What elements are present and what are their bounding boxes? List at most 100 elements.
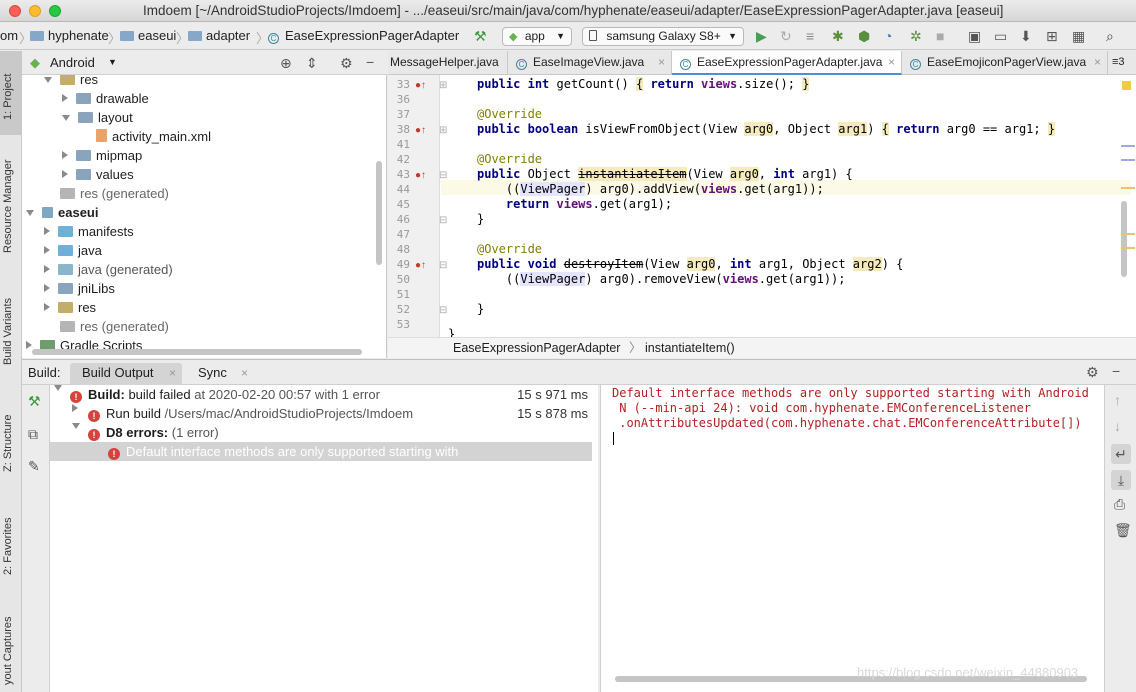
up-arrow-icon[interactable]: ↑ xyxy=(1114,393,1121,407)
fold-icon[interactable]: ⊟ xyxy=(439,259,447,273)
warning-stripe-mark[interactable] xyxy=(1121,233,1135,235)
code-line-50[interactable]: ((ViewPager) arg0).removeView(views.get(… xyxy=(477,272,846,287)
code-line-44[interactable]: ((ViewPager) arg0).addView(views.get(arg… xyxy=(477,182,824,197)
tree-item-easeui-module[interactable]: easeui xyxy=(26,203,98,222)
error-stripe-mark[interactable] xyxy=(1121,145,1135,147)
avd-manager-icon[interactable]: ▭ xyxy=(994,29,1007,43)
profile-icon[interactable]: ◔ xyxy=(884,29,892,43)
project-structure-icon[interactable]: ▦ xyxy=(1072,29,1085,43)
code-line-49[interactable]: public void destroyItem(View arg0, int a… xyxy=(477,257,903,272)
down-arrow-icon[interactable]: ↓ xyxy=(1114,419,1121,433)
breadcrumb-easeui[interactable]: easeui xyxy=(120,28,176,43)
breadcrumb-adapter[interactable]: adapter xyxy=(188,28,250,43)
tree-item-res-generated-2[interactable]: res (generated) xyxy=(60,317,169,336)
override-gutter-icon[interactable]: ●↑ xyxy=(415,124,426,138)
build-output-console[interactable]: Default interface methods are only suppo… xyxy=(600,385,1104,692)
run-build-row[interactable]: ! Run build /Users/mac/AndroidStudioProje… xyxy=(50,404,598,423)
tab-overflow[interactable]: ≡3 xyxy=(1108,51,1136,75)
project-view-selector[interactable]: Android xyxy=(50,55,95,70)
run-icon[interactable]: ▶ xyxy=(756,29,767,43)
code-line-52[interactable]: } xyxy=(477,302,484,317)
inspection-status-icon[interactable] xyxy=(1122,81,1131,90)
tab-layout-captures[interactable]: yout Captures xyxy=(2,611,20,691)
tree-item-manifests[interactable]: manifests xyxy=(44,222,134,241)
code-line-38[interactable]: public boolean isViewFromObject(View arg… xyxy=(477,122,1056,137)
tree-item-java[interactable]: java xyxy=(44,241,102,260)
hammer-icon[interactable]: ⚒ xyxy=(474,29,487,43)
soft-wrap-icon[interactable]: ↵ xyxy=(1111,444,1131,464)
breadcrumb-om[interactable]: om xyxy=(0,28,18,43)
tab-build-output[interactable]: Build Output × xyxy=(70,363,182,385)
project-scrollbar[interactable] xyxy=(376,161,382,265)
hide-panel-icon[interactable]: − xyxy=(1112,364,1120,378)
build-status-row[interactable]: ! Build: build failed at 2020-02-20 00:57… xyxy=(50,385,598,404)
breadcrumb-class[interactable]: C EaseExpressionPagerAdapter xyxy=(268,28,459,44)
maximize-window-button[interactable] xyxy=(49,5,61,17)
override-gutter-icon[interactable]: ●↑ xyxy=(415,259,426,273)
code-line-45[interactable]: return views.get(arg1); xyxy=(477,197,672,212)
print-icon[interactable]: ⎙ xyxy=(1114,497,1125,511)
sdk-manager-icon[interactable]: ⬇ xyxy=(1020,29,1032,43)
tree-item-java-generated[interactable]: java (generated) xyxy=(44,260,173,279)
close-tab-icon[interactable]: × xyxy=(241,363,248,383)
close-tab-icon[interactable]: × xyxy=(169,363,176,383)
hammer-icon[interactable]: ⚒ xyxy=(28,394,41,408)
locate-file-icon[interactable]: ⊕ xyxy=(280,56,292,70)
override-gutter-icon[interactable]: ●↑ xyxy=(415,169,426,183)
error-message-row[interactable]: ! Default interface methods are only supp… xyxy=(50,442,592,461)
tree-item-res[interactable]: res xyxy=(44,75,98,89)
debug-icon[interactable]: ✱ xyxy=(832,29,844,43)
tree-item-activity-main-xml[interactable]: activity_main.xml xyxy=(96,127,211,146)
tab-structure[interactable]: Z: Structure xyxy=(2,403,20,483)
fold-icon[interactable]: ⊟ xyxy=(439,169,447,183)
layout-inspector-icon[interactable]: ⊞ xyxy=(1046,29,1058,43)
warning-stripe-mark[interactable] xyxy=(1121,247,1135,249)
tab-favorites[interactable]: 2: Favorites xyxy=(2,506,20,586)
close-window-button[interactable] xyxy=(9,5,21,17)
code-line-46[interactable]: } xyxy=(477,212,484,227)
hide-panel-icon[interactable]: − xyxy=(366,55,374,69)
pin-icon[interactable]: ✎ xyxy=(28,459,40,473)
code-line-48[interactable]: @Override xyxy=(477,242,542,257)
tree-item-values[interactable]: values xyxy=(62,165,134,184)
tree-item-res-2[interactable]: res xyxy=(44,298,96,317)
override-gutter-icon[interactable]: ●↑ xyxy=(415,79,426,93)
minimize-window-button[interactable] xyxy=(29,5,41,17)
toggle-view-icon[interactable]: ⧉ xyxy=(28,427,38,441)
code-line-43[interactable]: public Object instantiateItem(View arg0,… xyxy=(477,167,853,182)
tab-resource-manager[interactable]: Resource Manager xyxy=(2,151,20,261)
error-stripe-mark[interactable] xyxy=(1121,159,1135,161)
device-dropdown[interactable]: samsung Galaxy S8+ ▼ xyxy=(582,27,744,46)
d8-errors-row[interactable]: ! D8 errors: (1 error) xyxy=(50,423,598,442)
tree-item-layout[interactable]: layout xyxy=(62,108,133,127)
stop-icon[interactable]: ■ xyxy=(936,29,944,43)
fold-icon[interactable]: ⊟ xyxy=(439,304,447,318)
search-icon[interactable]: ⌕ xyxy=(1106,29,1114,43)
tab-easeimageview[interactable]: C EaseImageView.java × xyxy=(508,51,672,75)
breadcrumb-class[interactable]: EaseExpressionPagerAdapter xyxy=(453,338,620,358)
tree-item-jnilibs[interactable]: jniLibs xyxy=(44,279,115,298)
fold-icon[interactable]: ⊞ xyxy=(439,124,447,138)
code-line-33[interactable]: public int getCount() { return views.siz… xyxy=(477,77,810,92)
breadcrumb-method[interactable]: instantiateItem() xyxy=(645,338,735,358)
rerun-icon[interactable]: ↻ xyxy=(780,29,792,43)
tree-item-drawable[interactable]: drawable xyxy=(62,89,149,108)
gear-icon[interactable]: ⚙ xyxy=(1086,365,1099,379)
gear-icon[interactable]: ⚙ xyxy=(340,56,353,70)
close-tab-icon[interactable]: × xyxy=(888,51,895,73)
warning-stripe-mark[interactable] xyxy=(1121,187,1135,189)
attach-debugger-icon[interactable]: ⬢ xyxy=(858,29,870,43)
tab-easeexpressionpageradapter[interactable]: C EaseExpressionPagerAdapter.java × xyxy=(672,51,902,75)
fold-icon[interactable]: ⊟ xyxy=(439,214,447,228)
tab-build-variants[interactable]: Build Variants xyxy=(2,291,20,371)
collapse-all-icon[interactable]: ⇕ xyxy=(306,56,318,70)
editor-scrollbar[interactable] xyxy=(1121,201,1127,277)
code-line-37[interactable]: @Override xyxy=(477,107,542,122)
scroll-to-end-icon[interactable]: ⤓ xyxy=(1111,470,1131,490)
fold-icon[interactable]: ⊞ xyxy=(439,79,447,93)
code-line-42[interactable]: @Override xyxy=(477,152,542,167)
tree-item-res-generated[interactable]: res (generated) xyxy=(60,184,169,203)
apply-changes-icon[interactable]: ≡ xyxy=(806,29,814,43)
project-h-scrollbar[interactable] xyxy=(32,349,362,355)
tab-messagehelper[interactable]: MessageHelper.java xyxy=(388,51,508,75)
